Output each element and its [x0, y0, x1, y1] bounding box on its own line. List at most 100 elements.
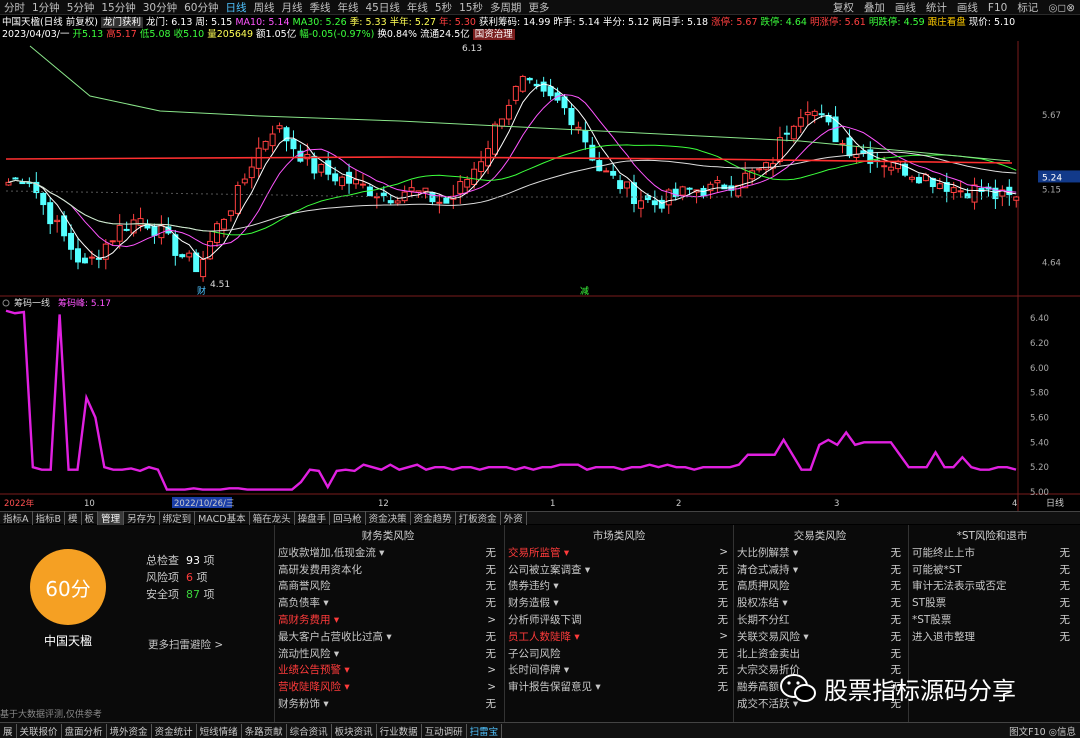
indicator-tab-12[interactable]: 资金趋势 [411, 511, 456, 525]
period-2[interactable]: 5分钟 [67, 0, 95, 15]
indicator-tab-bar: 指标A 指标B 模板管理 另存为 绑定到 MACD基本 箱在龙头 操盘手 回马枪 资金决策 资金趋势… [0, 511, 1080, 525]
period-15[interactable]: 多周期 [490, 0, 522, 15]
risk-row[interactable]: 债券违约 ▾ 无 [508, 578, 730, 595]
indicator-tab-13[interactable]: 打板资金 [456, 511, 501, 525]
risk-row[interactable]: 可能终止上市 无 [912, 544, 1072, 561]
risk-row[interactable]: 长期不分红 无 [737, 611, 903, 628]
more-scan-link[interactable]: 更多扫雷避险 > [148, 637, 223, 652]
event-tag-cai[interactable]: 财 [197, 285, 206, 297]
risk-row[interactable]: 高质押风险 无 [737, 578, 903, 595]
indicator-tab-1[interactable]: 指标B [33, 511, 66, 525]
risk-row[interactable]: 应收款增加,低现金流 ▾ 无 [278, 544, 498, 561]
period-3[interactable]: 15分钟 [101, 0, 135, 15]
bottom-tab-3[interactable]: 境外资金 [107, 723, 152, 738]
period-7[interactable]: 周线 [254, 0, 275, 15]
risk-row[interactable]: 股权冻结 ▾ 无 [737, 594, 903, 611]
bottom-tab-7[interactable]: 综合资讯 [287, 723, 332, 738]
indicator-tab-4[interactable]: 管理 [98, 511, 125, 525]
period-11[interactable]: 45日线 [366, 0, 400, 15]
toolbar-button-4[interactable]: 画线 [957, 0, 978, 15]
candlestick-chart[interactable]: 5.67 5.15 4.64 5.24 6.13 4.51 财 减 [0, 41, 1080, 297]
period-14[interactable]: 15秒 [459, 0, 483, 15]
indicator-tab-3[interactable]: 板 [82, 511, 99, 525]
bottom-tab-10[interactable]: 互动调研 [422, 723, 467, 738]
risk-row[interactable]: 财务造假 ▾ 无 [508, 594, 730, 611]
period-8[interactable]: 月线 [282, 0, 303, 15]
period-corner-label[interactable]: 日线 [1046, 497, 1064, 509]
risk-row[interactable]: 北上资金卖出 无 [737, 645, 903, 662]
indicator-tab-11[interactable]: 资金决策 [366, 511, 411, 525]
period-16[interactable]: 更多 [528, 0, 549, 15]
bottom-tab-5[interactable]: 短线情绪 [197, 723, 242, 738]
indicator-tab-7[interactable]: MACD基本 [195, 511, 250, 525]
indicator-tab-9[interactable]: 操盘手 [295, 511, 331, 525]
concept-badge[interactable]: 国资治理 [472, 29, 515, 40]
indicator-tab-2[interactable]: 模 [65, 511, 82, 525]
period-0[interactable]: 分时 [4, 0, 25, 15]
bottom-tab-11[interactable]: 扫雷宝 [467, 723, 503, 738]
period-10[interactable]: 年线 [338, 0, 359, 15]
risk-row[interactable]: 长时间停牌 ▾ 无 [508, 662, 730, 679]
indicator-tab-6[interactable]: 绑定到 [160, 511, 196, 525]
indicator-tab-5[interactable]: 另存为 [124, 511, 160, 525]
bottom-tab-4[interactable]: 资金统计 [152, 723, 197, 738]
risk-row[interactable]: 审计无法表示或否定 无 [912, 578, 1072, 595]
bottom-tab-6[interactable]: 条路贡献 [242, 723, 287, 738]
risk-row[interactable]: 高研发费用资本化 无 [278, 561, 498, 578]
candle-body [624, 181, 631, 189]
risk-row[interactable]: 子公司风险 无 [508, 645, 730, 662]
risk-row[interactable]: 进入退市整理 无 [912, 628, 1072, 645]
risk-row[interactable]: *ST股票 无 [912, 611, 1072, 628]
toolbar-button-3[interactable]: 统计 [926, 0, 947, 15]
bottom-tab-1[interactable]: 关联报价 [17, 723, 62, 738]
risk-row[interactable]: 高负债率 ▾ 无 [278, 594, 498, 611]
indicator-tab-0[interactable]: 指标A [0, 511, 33, 525]
period-1[interactable]: 1分钟 [32, 0, 60, 15]
genzhuang-value[interactable]: 跟庄看盘 [928, 17, 966, 28]
risk-row[interactable]: 营收陡降风险 ▾ > [278, 678, 498, 695]
risk-row[interactable]: 高财务费用 ▾ > [278, 611, 498, 628]
toolbar-button-2[interactable]: 画线 [895, 0, 916, 15]
candle-body [909, 176, 915, 180]
risk-row[interactable]: ST股票 无 [912, 594, 1072, 611]
risk-row[interactable]: 清仓式减持 ▾ 无 [737, 561, 903, 578]
stock-name[interactable]: 中国天楹(日线 前复权) [2, 17, 98, 28]
risk-row[interactable]: 交易所监管 ▾ > [508, 544, 730, 561]
bottom-tab-2[interactable]: 盘面分析 [62, 723, 107, 738]
period-5[interactable]: 60分钟 [184, 0, 218, 15]
period-9[interactable]: 季线 [310, 0, 331, 15]
f10-info-button[interactable]: 图文F10 ◎信息 [1009, 724, 1076, 738]
risk-row[interactable]: 最大客户占营收比过高 ▾ 无 [278, 628, 498, 645]
candle-body [471, 168, 478, 185]
risk-row[interactable]: 可能被*ST 无 [912, 561, 1072, 578]
risk-row[interactable]: 业绩公告预警 ▾ > [278, 662, 498, 679]
chip-peak-chart[interactable]: 筹码一线 筹码峰: 5.17 6.40 6.20 6.00 5.80 5.60 5.40 5.2… [0, 297, 1080, 511]
risk-row[interactable]: 高商誉风险 无 [278, 578, 498, 595]
indicator-tab-8[interactable]: 箱在龙头 [250, 511, 295, 525]
toolbar-button-1[interactable]: 叠加 [864, 0, 885, 15]
period-6[interactable]: 日线 [226, 0, 247, 15]
event-tag-jian[interactable]: 减 [580, 285, 589, 297]
risk-row[interactable]: 流动性风险 ▾ 无 [278, 645, 498, 662]
risk-row[interactable]: 员工人数陡降 ▾ > [508, 628, 730, 645]
toolbar-button-6[interactable]: 标记 [1017, 0, 1038, 15]
risk-row[interactable]: 审计报告保留意见 ▾ 无 [508, 678, 730, 695]
risk-row[interactable]: 公司被立案调查 ▾ 无 [508, 561, 730, 578]
indicator-tab-14[interactable]: 外资 [501, 511, 527, 525]
toolbar-button-0[interactable]: 复权 [833, 0, 854, 15]
risk-row[interactable]: 关联交易风险 ▾ 无 [737, 628, 903, 645]
indicator-tag[interactable]: 龙门获利 [100, 17, 143, 28]
window-control-icons[interactable]: ◎◻⊗ [1048, 2, 1075, 14]
risk-row-value: 无 [485, 698, 497, 711]
bottom-tab-8[interactable]: 板块资讯 [332, 723, 377, 738]
bottom-tab-0[interactable]: 展 [0, 723, 17, 738]
risk-row[interactable]: 财务粉饰 ▾ 无 [278, 695, 498, 712]
period-12[interactable]: 年线 [407, 0, 428, 15]
period-13[interactable]: 5秒 [435, 0, 452, 15]
risk-row[interactable]: 分析师评级下调 无 [508, 611, 730, 628]
bottom-tab-9[interactable]: 行业数据 [377, 723, 422, 738]
toolbar-button-5[interactable]: F10 [988, 2, 1007, 14]
period-4[interactable]: 30分钟 [143, 0, 177, 15]
risk-row[interactable]: 大比例解禁 ▾ 无 [737, 544, 903, 561]
indicator-tab-10[interactable]: 回马枪 [330, 511, 366, 525]
